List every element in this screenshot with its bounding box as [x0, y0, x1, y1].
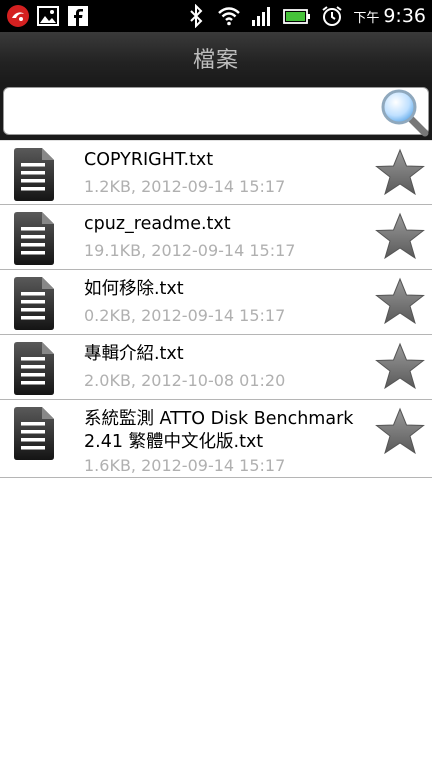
file-meta: 1.6KB, 2012-09-14 15:17 [84, 456, 286, 475]
image-icon [37, 6, 59, 26]
clock-time: 9:36 [383, 5, 426, 27]
file-row-5[interactable]: 系統監測 ATTO Disk Benchmark 2.41 繁體中文化版.txt… [0, 400, 432, 478]
title-bar: 檔案 [0, 32, 432, 85]
wifi-icon [218, 7, 241, 26]
battery-icon [283, 9, 311, 24]
signal-icon [252, 7, 271, 26]
file-meta: 1.2KB, 2012-09-14 15:17 [84, 177, 286, 196]
file-row-3[interactable]: 如何移除.txt 0.2KB, 2012-09-14 15:17 [0, 270, 432, 335]
file-name: 如何移除.txt [84, 279, 184, 299]
file-name: 系統監測 ATTO Disk Benchmark 2.41 繁體中文化版.txt [84, 409, 354, 452]
search-icon[interactable] [378, 86, 430, 138]
file-name: 專輯介紹.txt [84, 344, 184, 364]
file-meta: 19.1KB, 2012-09-14 15:17 [84, 241, 296, 260]
favorite-star-icon[interactable] [374, 211, 426, 263]
file-list: COPYRIGHT.txt 1.2KB, 2012-09-14 15:17 cp… [0, 140, 432, 478]
text-file-icon [14, 277, 54, 330]
file-meta: 0.2KB, 2012-09-14 15:17 [84, 306, 286, 325]
page-title: 檔案 [192, 48, 239, 73]
app-notification-icon [7, 5, 29, 27]
file-row-4[interactable]: 專輯介紹.txt 2.0KB, 2012-10-08 01:20 [0, 335, 432, 400]
bluetooth-icon [190, 4, 203, 28]
file-name: cpuz_readme.txt [84, 214, 231, 234]
favorite-star-icon[interactable] [374, 276, 426, 328]
search-input[interactable] [3, 87, 429, 135]
favorite-star-icon[interactable] [374, 406, 426, 458]
file-name: COPYRIGHT.txt [84, 150, 214, 170]
status-bar: 下午 9:36 [0, 0, 432, 32]
text-file-icon [14, 407, 54, 460]
clock-ampm: 下午 [353, 10, 380, 26]
file-row-2[interactable]: cpuz_readme.txt 19.1KB, 2012-09-14 15:17 [0, 205, 432, 270]
text-file-icon [14, 148, 54, 201]
search-bar [0, 84, 432, 140]
text-file-icon [14, 212, 54, 265]
text-file-icon [14, 342, 54, 395]
favorite-star-icon[interactable] [374, 147, 426, 199]
facebook-icon [68, 6, 88, 26]
file-row-1[interactable]: COPYRIGHT.txt 1.2KB, 2012-09-14 15:17 [0, 140, 432, 205]
file-meta: 2.0KB, 2012-10-08 01:20 [84, 371, 286, 390]
alarm-icon [322, 6, 342, 26]
favorite-star-icon[interactable] [374, 341, 426, 393]
